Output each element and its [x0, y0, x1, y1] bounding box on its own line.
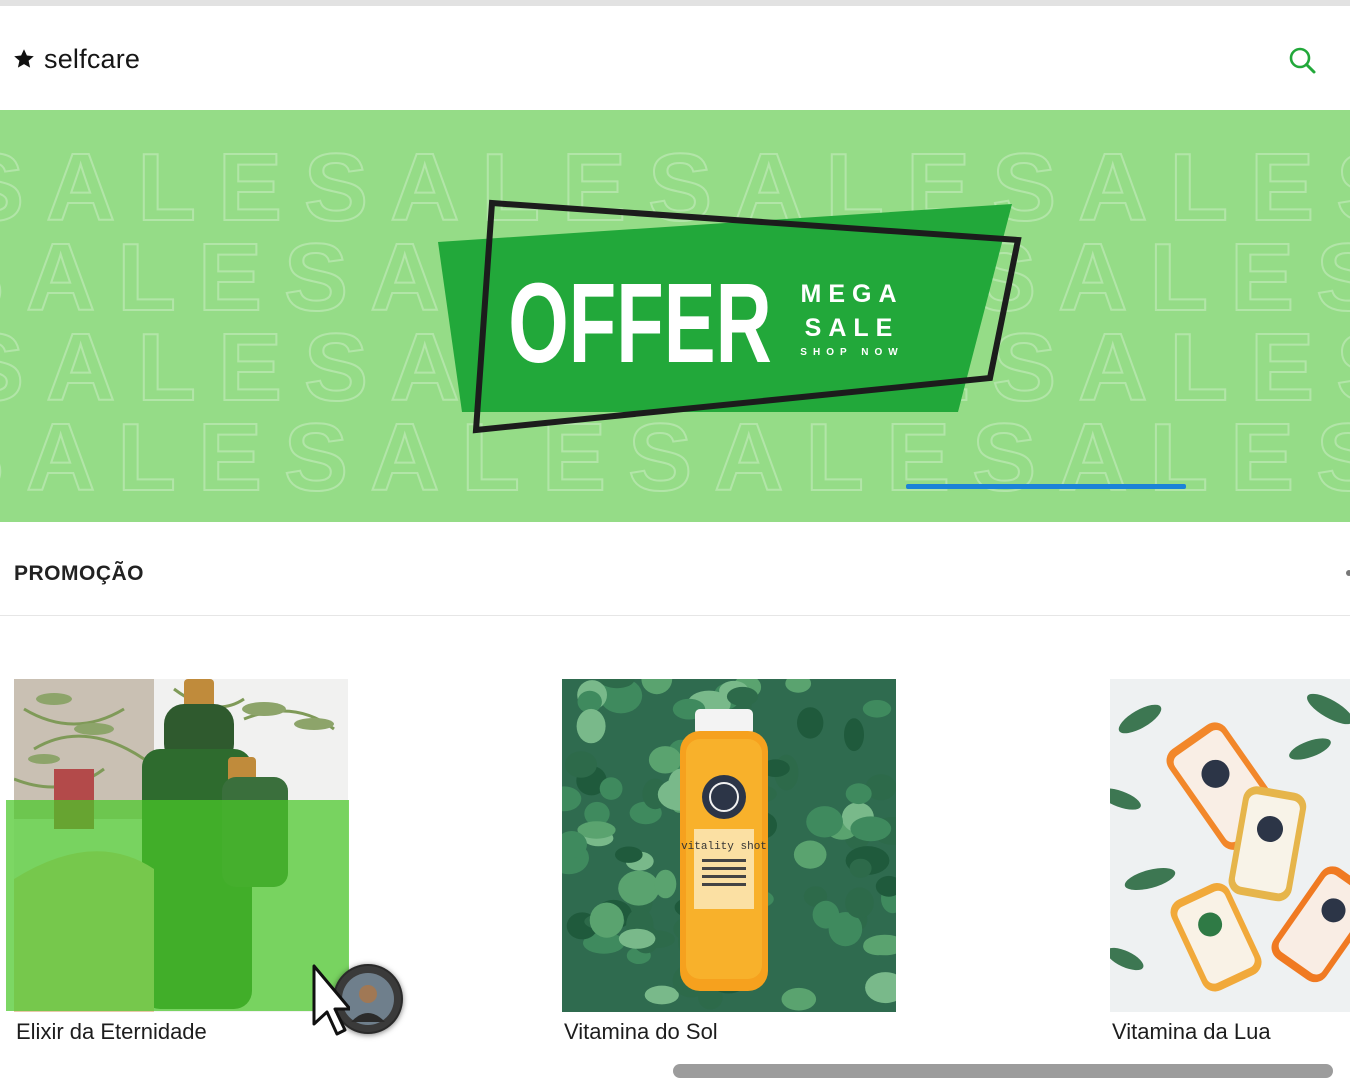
carousel-indicator[interactable]: [906, 484, 1186, 489]
leaf-shape: [565, 751, 597, 778]
leaf-shape: [845, 783, 872, 805]
leaf-shape: [726, 686, 759, 707]
leaf-shape: [644, 985, 679, 1005]
product-image: vitality shot: [562, 679, 896, 1012]
mega-text: MEGA: [801, 280, 904, 308]
leaf-shape: [793, 840, 827, 869]
search-button[interactable]: [1286, 44, 1320, 78]
offer-badge: OFFER MEGA SALE SHOP NOW: [438, 199, 1022, 434]
product-image: [14, 679, 348, 1012]
leaf-shape: [849, 858, 872, 878]
sale-text: SALE: [805, 314, 900, 342]
section-more-icon[interactable]: [1346, 570, 1350, 576]
leaf-shape: [648, 746, 682, 774]
leaf-shape: [654, 869, 677, 899]
leaf-shape: [781, 987, 817, 1011]
leaf-shape: [618, 928, 656, 949]
product-name: Vitamina do Sol: [564, 1019, 718, 1044]
leaf-shape: [862, 700, 892, 718]
leaf-shape: [806, 806, 843, 838]
horizontal-scrollbar[interactable]: [673, 1064, 1333, 1078]
brand-logo[interactable]: selfcare: [12, 44, 140, 74]
leaf-shape: [845, 887, 874, 919]
leaf-shape: [589, 902, 624, 938]
leaf-shape: [576, 708, 606, 744]
product-image: [1110, 679, 1350, 1012]
star-icon: [14, 49, 34, 68]
brand-name: selfcare: [44, 43, 141, 74]
search-icon: [1289, 47, 1316, 74]
app-header: selfcare: [0, 6, 1350, 110]
leaf-shape: [599, 777, 623, 800]
product-name: Elixir da Eternidade: [16, 1019, 207, 1044]
offer-headline: OFFER: [508, 259, 771, 386]
section-header: PROMOÇÃO: [0, 522, 1350, 616]
user-avatar[interactable]: [333, 964, 403, 1034]
leaf-shape: [618, 870, 660, 906]
section-title: PROMOÇÃO: [14, 562, 144, 585]
leaf-shape: [850, 816, 892, 842]
product-name: Vitamina da Lua: [1112, 1019, 1271, 1044]
leaf-shape: [615, 846, 643, 863]
promo-banner[interactable]: SALESALESALESALESALESALESALESALESALESALE…: [0, 110, 1350, 522]
leaf-shape: [797, 707, 824, 739]
shop-now-text: SHOP NOW: [800, 347, 903, 358]
leaf-shape: [844, 718, 864, 752]
product-label: vitality shot: [681, 841, 767, 853]
